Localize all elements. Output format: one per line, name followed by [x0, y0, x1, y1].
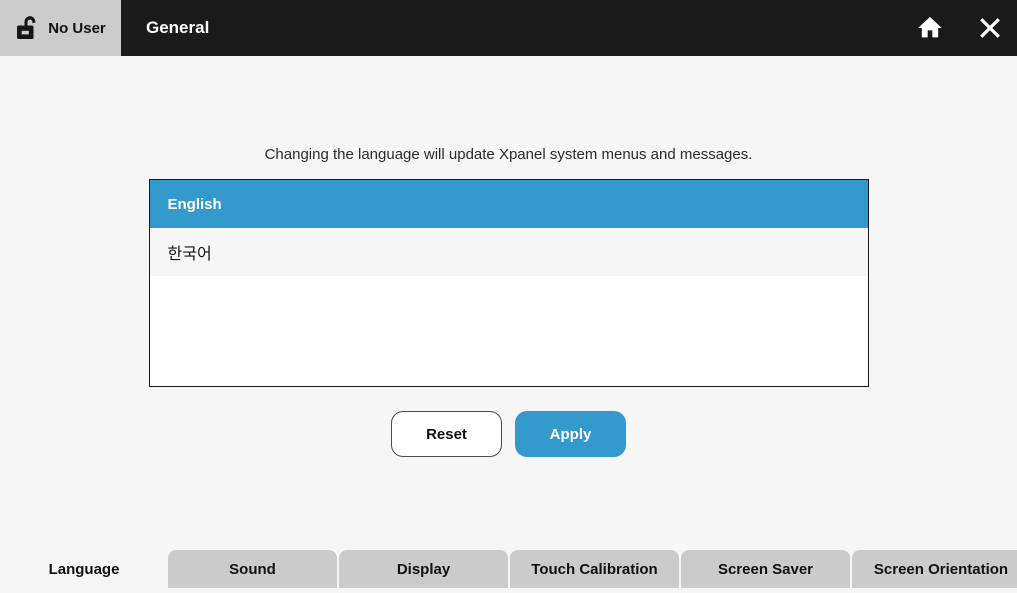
tab-sound[interactable]: Sound: [168, 550, 337, 588]
xpanel-settings-screen: No User General Changing the lang: [0, 0, 1017, 593]
settings-tab-bar: Language Sound Display Touch Calibration…: [0, 550, 1017, 588]
tab-language[interactable]: Language: [0, 550, 168, 588]
list-item-label: 한국어: [168, 240, 212, 264]
home-icon: [915, 14, 945, 42]
user-status-label: No User: [48, 20, 106, 37]
home-button[interactable]: [913, 11, 947, 45]
close-icon: [975, 13, 1005, 43]
page-title: General: [146, 18, 209, 38]
tab-display[interactable]: Display: [339, 550, 508, 588]
language-list: English 한국어: [149, 179, 869, 387]
list-item-label: English: [168, 196, 222, 213]
apply-button[interactable]: Apply: [515, 411, 626, 457]
tab-touch-calibration[interactable]: Touch Calibration: [510, 550, 679, 588]
language-change-notice: Changing the language will update Xpanel…: [265, 146, 753, 163]
close-button[interactable]: [973, 11, 1007, 45]
user-status-button[interactable]: No User: [0, 0, 121, 56]
tab-screen-orientation[interactable]: Screen Orientation: [852, 550, 1017, 588]
general-settings-panel: Changing the language will update Xpanel…: [0, 56, 1017, 457]
unlock-icon: [15, 14, 41, 42]
list-item-english[interactable]: English: [150, 180, 868, 228]
tab-screen-saver[interactable]: Screen Saver: [681, 550, 850, 588]
action-buttons: Reset Apply: [391, 411, 626, 457]
reset-button[interactable]: Reset: [391, 411, 502, 457]
list-item-korean[interactable]: 한국어: [150, 228, 868, 276]
top-bar: No User General: [0, 0, 1017, 56]
top-bar-actions: [913, 0, 1017, 56]
